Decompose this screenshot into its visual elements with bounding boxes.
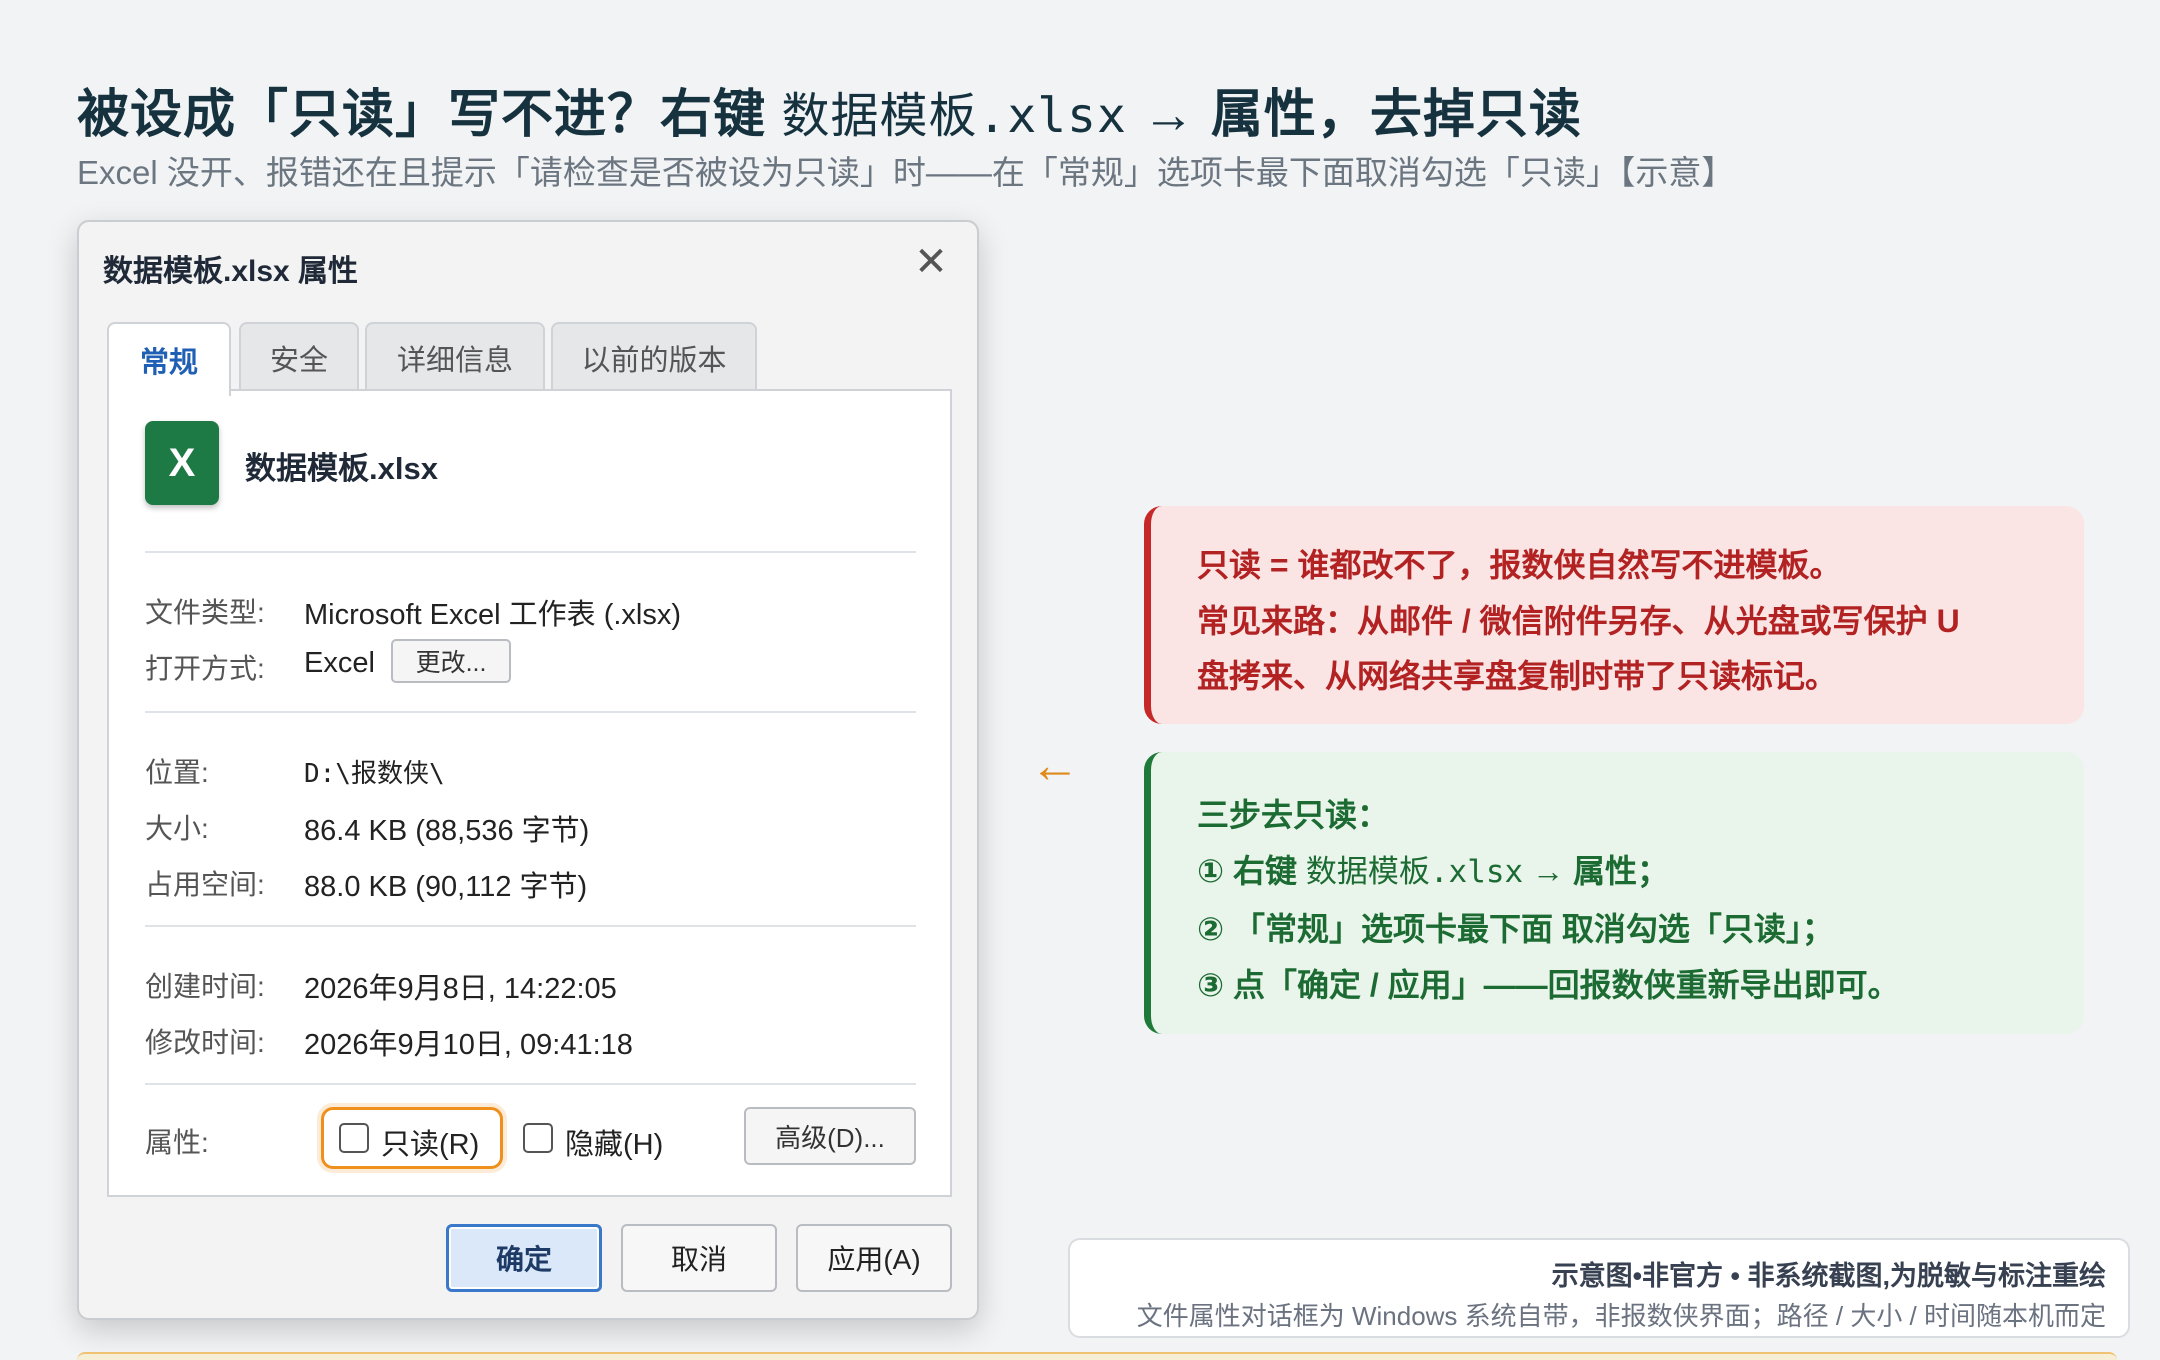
dialog-title: 数据模板.xlsx 属性 [103,255,359,288]
disclaimer-note: 文件属性对话框为 Windows 系统自带，非报数侠界面；路径 / 大小 / 时… [1136,1301,2106,1331]
attributes-label: 属性: [145,1127,209,1158]
hidden-checkbox[interactable] [523,1123,553,1153]
readonly-checkbox[interactable] [339,1123,369,1153]
pointer-arrow-icon: ← [1030,737,1080,793]
general-panel: X 数据模板.xlsx 文件类型: Microsoft Excel 工作表 (.… [107,389,952,1197]
excel-file-icon: X [145,421,219,505]
step-1-pre: ① 右键 [1197,853,1306,889]
tab-previous-versions[interactable]: 以前的版本 [551,322,757,392]
page-subtitle: Excel 没开、报错还在且提示「请检查是否被设为只读」时——在「常规」选项卡最… [77,154,1735,191]
bottom-note-strip [77,1352,2117,1360]
tab-general[interactable]: 常规 [107,322,231,396]
disclaimer-title: 示意图•非官方 • 非系统截图,为脱敏与标注重绘 [1551,1261,2106,1291]
location-label: 位置: [145,757,209,788]
page-title: 被设成「只读」写不进？右键 数据模板.xlsx → 属性，去掉只读 [77,72,1582,147]
change-button[interactable]: 更改... [391,639,511,683]
created-label: 创建时间: [145,971,265,1002]
hidden-label[interactable]: 隐藏(H) [565,1121,663,1163]
divider [145,711,916,713]
tab-security[interactable]: 安全 [239,322,359,392]
callout-line: 盘拷来、从网络共享盘复制时带了只读标记。 [1197,658,1838,694]
step-2: ② 「常规」选项卡最下面 取消勾选「只读」； [1197,911,1834,947]
file-type-label: 文件类型: [145,597,265,628]
tab-details[interactable]: 详细信息 [365,322,545,392]
size-value: 86.4 KB (88,536 字节) [304,815,590,847]
apply-button[interactable]: 应用(A) [796,1224,952,1292]
step-1: ① 右键 数据模板.xlsx → 属性； [1197,846,1669,892]
step-1-post: → 属性； [1523,853,1670,889]
readonly-label[interactable]: 只读(R) [381,1121,479,1163]
ok-button[interactable]: 确定 [446,1224,602,1292]
steps-callout: 三步去只读： ① 右键 数据模板.xlsx → 属性； ② 「常规」选项卡最下面… [1144,752,2084,1034]
size-on-disk-value: 88.0 KB (90,112 字节) [304,871,588,903]
cancel-button[interactable]: 取消 [621,1224,777,1292]
location-value: D:\报数侠\ [304,759,445,789]
divider [145,551,916,553]
close-icon[interactable]: ✕ [909,240,953,284]
modified-label: 修改时间: [145,1027,265,1058]
steps-heading: 三步去只读： [1197,797,1390,833]
divider [145,925,916,927]
step-3: ③ 点「确定 / 应用」——回报数侠重新导出即可。 [1197,967,1900,1003]
page-title-file: 数据模板.xlsx [781,88,1127,144]
page-title-post: → 属性，去掉只读 [1126,86,1582,144]
dialog-titlebar: 数据模板.xlsx 属性 ✕ [79,222,977,300]
divider [145,1083,916,1085]
callout-line: 常见来路：从邮件 / 微信附件另存、从光盘或写保护 U [1197,603,1960,639]
step-1-file: 数据模板.xlsx [1305,854,1524,890]
open-with-label: 打开方式: [145,653,265,684]
file-name: 数据模板.xlsx [245,451,438,486]
disclaimer-box: 示意图•非官方 • 非系统截图,为脱敏与标注重绘 文件属性对话框为 Window… [1068,1238,2130,1338]
created-value: 2026年9月8日, 14:22:05 [304,973,617,1005]
properties-dialog: 数据模板.xlsx 属性 ✕ 常规 安全 详细信息 以前的版本 X 数据模板.x… [77,220,979,1320]
readonly-explanation-callout: 只读 = 谁都改不了，报数侠自然写不进模板。 常见来路：从邮件 / 微信附件另存… [1144,506,2084,724]
size-label: 大小: [145,813,209,844]
page-title-pre: 被设成「只读」写不进？右键 [77,86,782,144]
callout-line: 只读 = 谁都改不了，报数侠自然写不进模板。 [1197,547,1842,583]
open-with-value: Excel [304,647,375,679]
size-on-disk-label: 占用空间: [145,869,265,900]
advanced-button[interactable]: 高级(D)... [744,1107,916,1165]
file-type-value: Microsoft Excel 工作表 (.xlsx) [304,599,682,631]
modified-value: 2026年9月10日, 09:41:18 [304,1029,633,1061]
